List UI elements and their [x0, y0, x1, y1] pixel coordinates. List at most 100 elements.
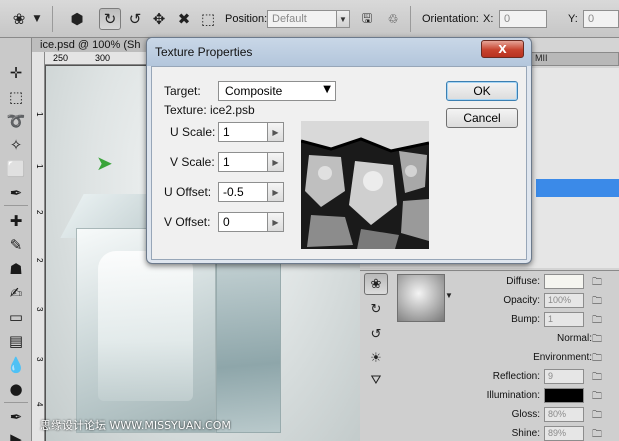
lasso-icon[interactable]: ➰ — [5, 110, 27, 132]
3d-pan-icon[interactable]: ✥ — [148, 8, 170, 30]
material-rotate-icon[interactable]: ↺ — [364, 323, 388, 345]
u-offset-label: U Offset: — [164, 185, 212, 199]
material-select-icon[interactable]: ❀ — [364, 273, 388, 295]
panel-tab[interactable]: MII — [530, 52, 619, 66]
normal-row: Normal: 🗀 — [455, 331, 619, 347]
x-label: X: — [483, 13, 494, 25]
material-drop-icon[interactable]: ↻ — [364, 298, 388, 320]
save-position-icon[interactable]: 🖫 — [356, 8, 378, 30]
target-label: Target: — [164, 84, 201, 98]
u-offset-input[interactable]: -0.5 — [218, 182, 268, 202]
healing-icon[interactable]: ✚ — [5, 210, 27, 232]
crop-icon[interactable]: ⬜ — [5, 158, 27, 180]
orientation-y-input[interactable]: 0 — [583, 10, 619, 28]
pen-icon[interactable]: ✒ — [5, 406, 27, 428]
eyedropper-icon[interactable]: ✒ — [5, 182, 27, 204]
u-scale-slider-icon[interactable]: ▶ — [268, 122, 284, 142]
blur-icon[interactable]: 💧 — [5, 354, 27, 376]
orientation-x-input[interactable]: 0 — [499, 10, 547, 28]
marquee-icon[interactable]: ⬚ — [5, 86, 27, 108]
y-label: Y: — [568, 13, 578, 25]
u-scale-input[interactable]: 1 — [218, 122, 268, 142]
material-preview[interactable] — [397, 274, 445, 322]
toolbox-divider — [4, 205, 28, 206]
close-button[interactable]: X — [481, 40, 524, 58]
folder-icon[interactable]: 🗀 — [592, 427, 606, 440]
3d-rotate-icon[interactable]: ↻ — [99, 8, 121, 30]
3d-roll-icon[interactable]: ↺ — [124, 8, 146, 30]
v-offset-slider-icon[interactable]: ▶ — [268, 212, 284, 232]
3d-material-tool-icon[interactable]: ❀ — [8, 8, 30, 30]
target-select[interactable]: Composite ▼ — [218, 81, 336, 101]
v-scale-slider-icon[interactable]: ▶ — [268, 152, 284, 172]
ruler-tick: 300 — [95, 53, 111, 63]
separator — [52, 6, 53, 32]
reflection-row: Reflection: 9 🗀 — [455, 369, 619, 385]
move-icon[interactable]: ✛ — [5, 62, 27, 84]
separator — [410, 6, 411, 32]
u-offset-slider-icon[interactable]: ▶ — [268, 182, 284, 202]
eraser-icon[interactable]: ▭ — [5, 306, 27, 328]
gloss-label: Gloss: — [511, 409, 540, 420]
v-offset-input[interactable]: 0 — [218, 212, 268, 232]
ruler-tick: 1 — [35, 164, 44, 169]
material-bucket-icon[interactable]: ⛛ — [364, 369, 388, 391]
position-dropdown-arrow-icon[interactable]: ▼ — [336, 10, 350, 28]
material-picker-arrow-icon[interactable]: ▼ — [445, 291, 453, 303]
dialog-title: Texture Properties — [155, 45, 253, 59]
delete-position-icon[interactable]: ♲ — [382, 8, 404, 30]
folder-icon[interactable]: 🗀 — [592, 313, 606, 326]
folder-icon[interactable]: 🗀 — [592, 389, 606, 402]
environment-label: Environment: — [533, 352, 592, 363]
texture-filename: Texture: ice2.psb — [164, 103, 255, 117]
position-dropdown[interactable]: Default — [267, 10, 337, 28]
diffuse-row: Diffuse: 🗀 — [455, 274, 619, 290]
ruler-tick: 1 — [35, 112, 44, 117]
diffuse-label: Diffuse: — [506, 276, 540, 287]
folder-icon[interactable]: 🗀 — [592, 408, 606, 421]
illumination-row: Illumination: 🗀 — [455, 388, 619, 404]
opacity-label: Opacity: — [503, 295, 540, 306]
3d-object-icon[interactable]: ⬢ — [66, 8, 88, 30]
selected-scene-row[interactable] — [536, 179, 619, 197]
3d-slide-icon[interactable]: ✖ — [173, 8, 195, 30]
3d-axis-widget-icon[interactable]: ➤ — [96, 151, 113, 175]
clone-stamp-icon[interactable]: ☗ — [5, 258, 27, 280]
opacity-input[interactable]: 100% — [544, 293, 584, 308]
material-light-icon[interactable]: ☀ — [364, 347, 388, 369]
cancel-button[interactable]: Cancel — [446, 108, 518, 128]
document-tab[interactable]: ice.psd @ 100% (Sh — [32, 38, 157, 52]
folder-icon[interactable]: 🗀 — [592, 294, 606, 307]
quick-select-icon[interactable]: ✧ — [5, 134, 27, 156]
bump-input[interactable]: 1 — [544, 312, 584, 327]
illumination-swatch[interactable] — [544, 388, 584, 403]
folder-icon[interactable]: 🗀 — [592, 370, 606, 383]
folder-icon[interactable]: 🗀 — [592, 275, 606, 288]
ok-button[interactable]: OK — [446, 81, 518, 101]
diffuse-swatch[interactable] — [544, 274, 584, 289]
ruler-tick: 2 — [35, 258, 44, 263]
environment-row: Environment: 🗀 — [455, 350, 619, 366]
ruler-tick: 250 — [53, 53, 69, 63]
target-select-value: Composite — [225, 84, 283, 98]
dialog-titlebar[interactable]: Texture Properties X — [147, 38, 531, 66]
v-scale-input[interactable]: 1 — [218, 152, 268, 172]
gloss-input[interactable]: 80% — [544, 407, 584, 422]
v-offset-label: V Offset: — [164, 215, 211, 229]
folder-icon[interactable]: 🗀 — [592, 351, 606, 364]
3d-scale-icon[interactable]: ⬚ — [197, 8, 219, 30]
vertical-ruler: 1 1 2 2 3 3 4 — [32, 52, 45, 441]
v-scale-label: V Scale: — [170, 155, 215, 169]
reflection-input[interactable]: 9 — [544, 369, 584, 384]
dialog-body: Target: Composite ▼ Texture: ice2.psb U … — [151, 66, 527, 260]
brush-icon[interactable]: ✎ — [5, 234, 27, 256]
ruler-tick: 3 — [35, 357, 44, 362]
toolbox-divider — [4, 402, 28, 403]
history-brush-icon[interactable]: ✍ — [5, 282, 27, 304]
gradient-icon[interactable]: ▤ — [5, 330, 27, 352]
tool-preset-dropdown[interactable]: ▼ — [30, 8, 44, 30]
folder-icon[interactable]: 🗀 — [592, 332, 606, 345]
path-select-icon[interactable]: ▶ — [5, 428, 27, 441]
shine-input[interactable]: 89% — [544, 426, 584, 441]
dodge-icon[interactable]: ● — [5, 378, 27, 400]
